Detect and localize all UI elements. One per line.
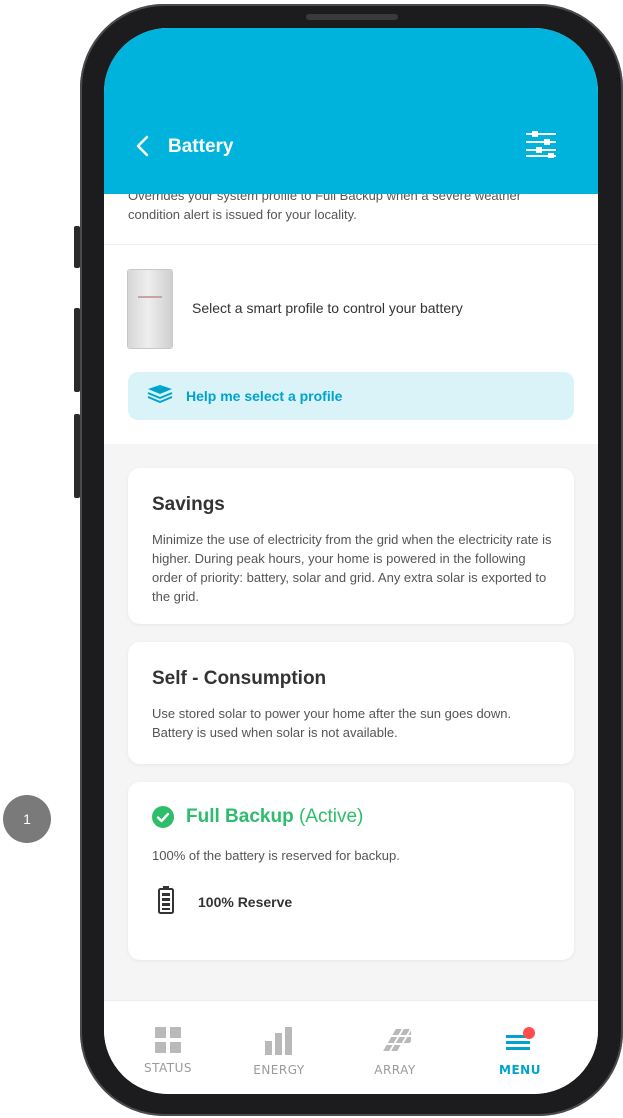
tab-label: MENU [499,1063,541,1077]
bottom-tab-bar: STATUS ENERGY ARRAY MENU [104,1000,598,1094]
filter-sliders-icon[interactable] [524,130,558,158]
profile-title: Self - Consumption [152,668,327,689]
profile-card-savings[interactable]: Savings Minimize the use of electricity … [128,468,574,624]
tab-array[interactable]: ARRAY [350,1027,440,1077]
profile-description: Use stored solar to power your home afte… [152,706,512,740]
back-chevron-icon[interactable] [134,134,152,158]
tab-status[interactable]: STATUS [123,1027,213,1075]
notification-dot-icon [523,1027,535,1039]
profile-title: Full Backup [186,806,294,827]
profile-description: Minimize the use of electricity from the… [152,532,552,604]
menu-icon [506,1027,535,1050]
reserve-label: 100% Reserve [198,894,293,910]
smart-profile-prompt: Select a smart profile to control your b… [192,300,463,316]
tab-label: STATUS [143,1061,193,1075]
active-status-label: (Active) [298,806,364,827]
tab-label: ENERGY [253,1063,305,1077]
tab-label: ARRAY [374,1063,416,1077]
profile-card-full-backup[interactable]: Full Backup (Active) 100% of the battery… [128,782,574,960]
section-divider [104,244,598,245]
help-select-profile-label: Help me select a profile [186,388,343,404]
profile-title: Savings [152,494,225,515]
profile-title-active: Full Backup (Active) [186,806,363,828]
profile-description: 100% of the battery is reserved for back… [152,848,400,863]
solar-array-icon [383,1029,411,1051]
book-stack-icon [147,385,173,403]
battery-image [128,270,172,348]
phone-screen: Overrides your system profile to Full Ba… [104,28,598,1094]
check-circle-icon [152,806,174,828]
profile-card-self-consumption[interactable]: Self - Consumption Use stored solar to p… [128,642,574,764]
page-title: Battery [168,136,234,157]
help-select-profile-button[interactable]: Help me select a profile [128,372,574,420]
grid-icon [155,1027,181,1053]
step-badge: 1 [3,795,51,843]
battery-level-icon [158,886,174,914]
tab-menu[interactable]: MENU [475,1027,565,1077]
bar-chart-icon [265,1027,292,1055]
app-header: Battery [104,28,598,194]
tab-energy[interactable]: ENERGY [234,1027,324,1077]
phone-earpiece [306,14,398,20]
